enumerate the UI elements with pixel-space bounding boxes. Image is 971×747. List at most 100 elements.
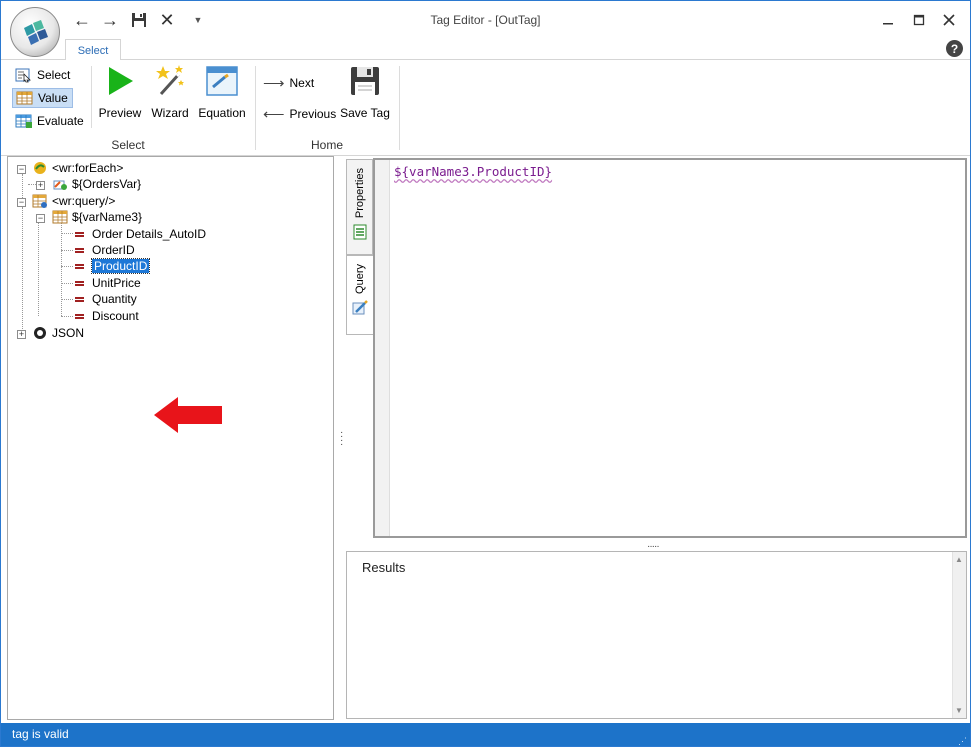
- status-text: tag is valid: [12, 727, 69, 741]
- tab-query[interactable]: Query: [346, 255, 373, 335]
- save-tag-button[interactable]: Save Tag: [339, 64, 391, 120]
- evaluate-mode-button[interactable]: Evaluate: [12, 111, 88, 131]
- tree-connector: [38, 223, 39, 316]
- tree-node-json[interactable]: JSON: [32, 325, 84, 341]
- tab-select[interactable]: Select: [65, 39, 121, 61]
- maximize-button[interactable]: [908, 9, 930, 31]
- collapse-toggle[interactable]: −: [36, 214, 45, 223]
- tree-connector: [22, 207, 23, 333]
- tree-connector: [61, 223, 62, 316]
- tree-connector: [61, 233, 73, 234]
- tree-node-label: Discount: [92, 309, 139, 323]
- ribbon-separator: [255, 66, 256, 150]
- tag-editor-window: ← → ✕ ▼ Tag Editor - [OutTag] Select ? S…: [0, 0, 971, 747]
- splitter-grip-icon: · · · ·: [340, 427, 344, 450]
- tree-field-productid[interactable]: ProductID: [75, 258, 151, 274]
- preview-label: Preview: [98, 106, 142, 120]
- ribbon: Select Value Evaluate Preview Wizard Equ…: [1, 60, 970, 156]
- query-icon: [32, 194, 47, 208]
- wizard-button[interactable]: Wizard: [150, 64, 190, 120]
- previous-label: Previous: [289, 107, 337, 121]
- floppy-disk-icon: [351, 67, 379, 95]
- results-panel: Results ▲ ▼: [346, 551, 967, 719]
- expand-toggle[interactable]: +: [36, 181, 45, 190]
- editor-content[interactable]: ${varName3.ProductID}: [394, 164, 552, 179]
- tree-field-quantity[interactable]: Quantity: [75, 291, 137, 307]
- status-bar: tag is valid ⋰: [1, 723, 970, 746]
- tab-properties[interactable]: Properties: [346, 159, 373, 255]
- query-editor[interactable]: ${varName3.ProductID}: [373, 158, 967, 538]
- equation-label: Equation: [198, 106, 246, 120]
- ribbon-separator: [91, 66, 92, 128]
- tree-node-label: UnitPrice: [92, 276, 141, 290]
- field-icon: [75, 263, 84, 269]
- app-logo-icon: [24, 20, 48, 45]
- properties-icon: [353, 224, 366, 240]
- query-tab-label: Query: [354, 264, 366, 294]
- data-tree[interactable]: − <wr:forEach> + ${OrdersVar} − <wr:quer…: [7, 156, 334, 720]
- results-scrollbar[interactable]: ▲ ▼: [952, 552, 966, 718]
- minimize-icon: [883, 23, 893, 25]
- tree-node-label: <wr:query/>: [52, 194, 116, 208]
- tree-connector: [61, 299, 73, 300]
- tree-node-query[interactable]: <wr:query/>: [32, 193, 115, 209]
- select-group-label: Select: [111, 138, 145, 152]
- properties-tab-label: Properties: [353, 168, 366, 219]
- home-group-label: Home: [310, 138, 343, 152]
- tree-connector: [61, 316, 73, 317]
- ribbon-separator: [399, 66, 400, 150]
- select-mode-button[interactable]: Select: [12, 65, 74, 85]
- red-arrow-annotation: [154, 397, 222, 433]
- tree-connector: [61, 283, 73, 284]
- tree-node-varname3[interactable]: ${varName3}: [52, 209, 142, 225]
- scroll-down-icon[interactable]: ▼: [955, 706, 963, 715]
- side-tab-strip: Properties Query: [346, 157, 373, 541]
- tree-connector: [61, 266, 73, 267]
- tree-node-ordersvar[interactable]: ${OrdersVar}: [52, 176, 141, 192]
- select-icon: [15, 68, 31, 83]
- collapse-toggle[interactable]: −: [17, 165, 26, 174]
- arrow-left-icon: ⟵: [263, 106, 285, 123]
- tree-field-order-details-autoid[interactable]: Order Details_AutoID: [75, 226, 206, 242]
- next-button[interactable]: ⟶ Next: [263, 74, 314, 92]
- field-icon: [75, 231, 84, 237]
- close-icon: [943, 14, 955, 26]
- app-logo[interactable]: [10, 7, 60, 57]
- magic-wand-icon: [156, 65, 184, 96]
- json-icon: [34, 327, 46, 339]
- maximize-icon: [913, 14, 925, 26]
- save-tag-label: Save Tag: [340, 106, 390, 120]
- query-edit-icon: [352, 300, 368, 315]
- tree-field-discount[interactable]: Discount: [75, 308, 139, 324]
- tree-field-orderid[interactable]: OrderID: [75, 242, 135, 258]
- variable-icon: [53, 180, 67, 190]
- foreach-icon: [34, 162, 46, 174]
- tree-field-unitprice[interactable]: UnitPrice: [75, 275, 141, 291]
- help-button[interactable]: ?: [946, 40, 963, 57]
- tree-node-label-selected: ProductID: [90, 258, 151, 274]
- collapse-toggle[interactable]: −: [17, 198, 26, 207]
- field-icon: [75, 280, 84, 286]
- close-button[interactable]: [938, 9, 960, 31]
- value-table-icon: [16, 91, 33, 105]
- expand-toggle[interactable]: +: [17, 330, 26, 339]
- equation-button[interactable]: Equation: [197, 64, 247, 120]
- preview-button[interactable]: Preview: [97, 64, 143, 120]
- tree-node-label: <wr:forEach>: [52, 161, 124, 175]
- editor-gutter: [375, 160, 390, 536]
- results-label: Results: [362, 560, 406, 575]
- title-bar: ← → ✕ ▼ Tag Editor - [OutTag]: [1, 1, 970, 57]
- next-label: Next: [289, 76, 315, 90]
- previous-button[interactable]: ⟵ Previous: [263, 105, 336, 123]
- tree-node-foreach[interactable]: <wr:forEach>: [32, 160, 123, 176]
- value-mode-button[interactable]: Value: [12, 88, 73, 108]
- arrow-right-icon: ⟶: [263, 75, 285, 92]
- tree-node-label: OrderID: [92, 243, 135, 257]
- scroll-up-icon[interactable]: ▲: [955, 555, 963, 564]
- value-mode-label: Value: [38, 91, 68, 105]
- tree-node-label: Order Details_AutoID: [92, 227, 207, 241]
- resize-grip-icon[interactable]: ⋰: [958, 737, 967, 746]
- minimize-button[interactable]: [877, 9, 899, 31]
- wizard-label: Wizard: [151, 106, 189, 120]
- tree-node-label: ${OrdersVar}: [72, 177, 142, 191]
